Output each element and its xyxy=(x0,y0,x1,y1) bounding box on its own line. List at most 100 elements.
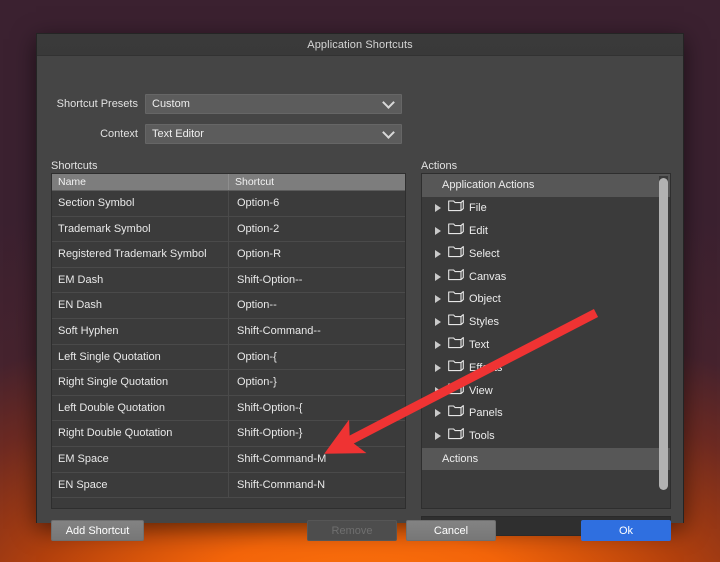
tree-item-label: Styles xyxy=(469,316,499,328)
tree-item-label: Actions xyxy=(442,453,478,465)
shortcuts-table: Name Shortcut Section SymbolOption-6Trad… xyxy=(51,173,406,509)
tree-item-view[interactable]: View xyxy=(422,379,670,402)
tree-item-label: Text xyxy=(469,339,489,351)
tree-item-label: View xyxy=(469,385,493,397)
shortcuts-table-body: Section SymbolOption-6Trademark SymbolOp… xyxy=(52,191,405,498)
actions-scrollbar-thumb[interactable] xyxy=(659,178,668,490)
table-row[interactable]: Right Single QuotationOption-} xyxy=(52,370,405,396)
disclosure-triangle-icon[interactable] xyxy=(432,407,444,419)
folder-icon xyxy=(448,404,469,422)
table-row[interactable]: Section SymbolOption-6 xyxy=(52,191,405,217)
disclosure-triangle-icon[interactable] xyxy=(432,339,444,351)
ok-button[interactable]: Ok xyxy=(581,520,671,541)
shortcut-keys-cell: Shift-Command-M xyxy=(229,447,405,472)
column-header-shortcut[interactable]: Shortcut xyxy=(229,174,405,190)
tree-item-label: Select xyxy=(469,248,500,260)
table-row[interactable]: Registered Trademark SymbolOption-R xyxy=(52,242,405,268)
shortcut-presets-value: Custom xyxy=(146,98,190,110)
folder-icon xyxy=(448,382,469,400)
dialog-titlebar: Application Shortcuts xyxy=(37,34,683,56)
tree-item-label: File xyxy=(469,202,487,214)
shortcuts-table-header: Name Shortcut xyxy=(52,174,405,191)
tree-item-styles[interactable]: Styles xyxy=(422,311,670,334)
shortcut-keys-cell: Shift-Option-} xyxy=(229,421,405,446)
actions-scrollbar[interactable] xyxy=(659,176,668,494)
tree-item-file[interactable]: File xyxy=(422,197,670,220)
shortcut-name-cell: Soft Hyphen xyxy=(52,319,229,344)
shortcut-keys-cell: Shift-Command-N xyxy=(229,473,405,498)
shortcut-name-cell: EN Dash xyxy=(52,293,229,318)
shortcut-presets-dropdown[interactable]: Custom xyxy=(145,94,402,114)
application-shortcuts-dialog: Application Shortcuts Shortcut Presets C… xyxy=(36,33,684,523)
actions-tree: Application Actions File Edit Select Canvas… xyxy=(421,173,671,509)
shortcut-keys-cell: Option-6 xyxy=(229,191,405,216)
tree-item-text[interactable]: Text xyxy=(422,334,670,357)
table-row[interactable]: Right Double QuotationShift-Option-} xyxy=(52,421,405,447)
tree-item-tools[interactable]: Tools xyxy=(422,425,670,448)
table-row[interactable]: Left Single QuotationOption-{ xyxy=(52,345,405,371)
shortcuts-section-caption: Shortcuts xyxy=(51,160,97,172)
folder-icon xyxy=(448,245,469,263)
shortcut-keys-cell: Shift-Command-- xyxy=(229,319,405,344)
tree-item-actions[interactable]: Actions xyxy=(422,448,670,471)
tree-item-label: Tools xyxy=(469,430,495,442)
disclosure-triangle-icon[interactable] xyxy=(432,225,444,237)
table-row[interactable]: EN DashOption-- xyxy=(52,293,405,319)
table-row[interactable]: EM SpaceShift-Command-M xyxy=(52,447,405,473)
disclosure-triangle-icon[interactable] xyxy=(432,271,444,283)
folder-icon xyxy=(448,290,469,308)
shortcut-keys-cell: Option-R xyxy=(229,242,405,267)
tree-item-edit[interactable]: Edit xyxy=(422,220,670,243)
disclosure-triangle-icon[interactable] xyxy=(432,202,444,214)
shortcut-name-cell: Right Double Quotation xyxy=(52,421,229,446)
shortcut-keys-cell: Option-{ xyxy=(229,345,405,370)
disclosure-triangle-icon[interactable] xyxy=(432,248,444,260)
shortcut-name-cell: EN Space xyxy=(52,473,229,498)
shortcut-name-cell: Trademark Symbol xyxy=(52,217,229,242)
add-shortcut-button[interactable]: Add Shortcut xyxy=(51,520,144,541)
table-row[interactable]: EM DashShift-Option-- xyxy=(52,268,405,294)
tree-item-label: Edit xyxy=(469,225,488,237)
table-row[interactable]: Trademark SymbolOption-2 xyxy=(52,217,405,243)
folder-icon xyxy=(448,199,469,217)
shortcut-name-cell: Right Single Quotation xyxy=(52,370,229,395)
shortcut-keys-cell: Option-- xyxy=(229,293,405,318)
tree-item-canvas[interactable]: Canvas xyxy=(422,265,670,288)
tree-item-application-actions[interactable]: Application Actions xyxy=(422,174,670,197)
folder-icon xyxy=(448,427,469,445)
dialog-title: Application Shortcuts xyxy=(307,39,412,51)
column-header-name[interactable]: Name xyxy=(52,174,229,190)
shortcut-presets-label: Shortcut Presets xyxy=(51,98,145,110)
tree-item-effects[interactable]: Effects xyxy=(422,356,670,379)
tree-item-object[interactable]: Object xyxy=(422,288,670,311)
context-value: Text Editor xyxy=(146,128,204,140)
folder-icon xyxy=(448,359,469,377)
cancel-button[interactable]: Cancel xyxy=(406,520,496,541)
table-row[interactable]: Soft HyphenShift-Command-- xyxy=(52,319,405,345)
tree-item-select[interactable]: Select xyxy=(422,242,670,265)
tree-item-label: Application Actions xyxy=(442,179,534,191)
tree-item-panels[interactable]: Panels xyxy=(422,402,670,425)
context-dropdown[interactable]: Text Editor xyxy=(145,124,402,144)
shortcut-name-cell: EM Dash xyxy=(52,268,229,293)
disclosure-triangle-icon[interactable] xyxy=(432,385,444,397)
shortcut-keys-cell: Shift-Option-{ xyxy=(229,396,405,421)
actions-tree-folders: File Edit Select CanvasObject Styles Text Effe… xyxy=(422,197,670,471)
shortcut-name-cell: Left Single Quotation xyxy=(52,345,229,370)
disclosure-triangle-icon[interactable] xyxy=(432,293,444,305)
disclosure-triangle-icon[interactable] xyxy=(432,316,444,328)
folder-icon xyxy=(448,313,469,331)
table-row[interactable]: Left Double QuotationShift-Option-{ xyxy=(52,396,405,422)
chevron-down-icon xyxy=(382,96,395,109)
remove-button: Remove xyxy=(307,520,397,541)
chevron-down-icon xyxy=(382,126,395,139)
shortcut-presets-row: Shortcut Presets Custom xyxy=(51,94,669,114)
shortcut-name-cell: EM Space xyxy=(52,447,229,472)
tree-item-label: Panels xyxy=(469,407,503,419)
shortcut-name-cell: Section Symbol xyxy=(52,191,229,216)
disclosure-triangle-icon[interactable] xyxy=(432,362,444,374)
context-label: Context xyxy=(51,128,145,140)
disclosure-triangle-icon[interactable] xyxy=(432,430,444,442)
shortcut-keys-cell: Option-} xyxy=(229,370,405,395)
table-row[interactable]: EN SpaceShift-Command-N xyxy=(52,473,405,499)
